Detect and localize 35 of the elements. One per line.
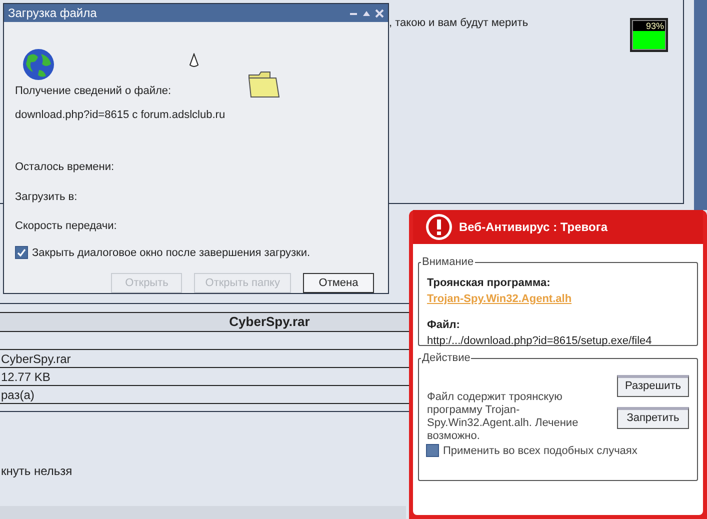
table-header: CyberSpy.rar (229, 313, 310, 332)
alert-message: Файл содержит троянскую программу Trojan-Spy.Win32.Agent.alh. Лечение возможно. (427, 390, 580, 442)
folder-icon (248, 70, 280, 98)
checkmark-icon (17, 248, 26, 258)
table-cell-text: CyberSpy.rar (1, 350, 71, 368)
field-label: Скорость передачи: (15, 219, 118, 234)
checkbox[interactable] (426, 444, 439, 458)
meter-reading: 93% (633, 21, 665, 31)
checkbox-label: Применить во всех подобных случаях (443, 444, 638, 458)
group-title: Действие (421, 351, 472, 366)
table-cell-text: 12.77 KB (1, 368, 50, 386)
globe-icon (22, 48, 55, 81)
source-text: download.php?id=8615 с forum.adslclub.ru (15, 108, 226, 122)
action-button[interactable]: Запретить (617, 406, 689, 428)
window-title: Загрузка файла (8, 5, 98, 22)
file-path: http:/.../download.php?id=8615/setup.exe/file4 (427, 334, 653, 349)
file-label: Файл: (427, 318, 461, 332)
status-text: Получение сведений о файле: (15, 84, 172, 99)
checkbox[interactable] (15, 246, 28, 260)
meter-fill (633, 31, 665, 49)
threat-label: Троянская программа: (427, 276, 552, 290)
field-label: Загрузить в: (15, 190, 78, 204)
maximize-icon[interactable] (362, 8, 371, 18)
dialog-button[interactable]: Отмена (303, 273, 374, 293)
cursor-icon (188, 53, 200, 69)
action-button[interactable]: Разрешить (617, 374, 689, 396)
group-title: Внимание (421, 255, 475, 270)
table-cell-text: раз(а) (1, 386, 34, 404)
checkbox-label: Закрыть диалоговое окно после завершения загрузки. (32, 246, 310, 260)
notice-text: кнуть нельзя (1, 463, 72, 480)
field-label: Осталось времени: (15, 160, 116, 175)
alert-title: Веб-Антивирус : Тревога (459, 219, 608, 236)
close-icon[interactable] (375, 8, 384, 18)
post-text: , такою и вам будут мерить (389, 16, 528, 31)
warning-icon (425, 213, 453, 241)
